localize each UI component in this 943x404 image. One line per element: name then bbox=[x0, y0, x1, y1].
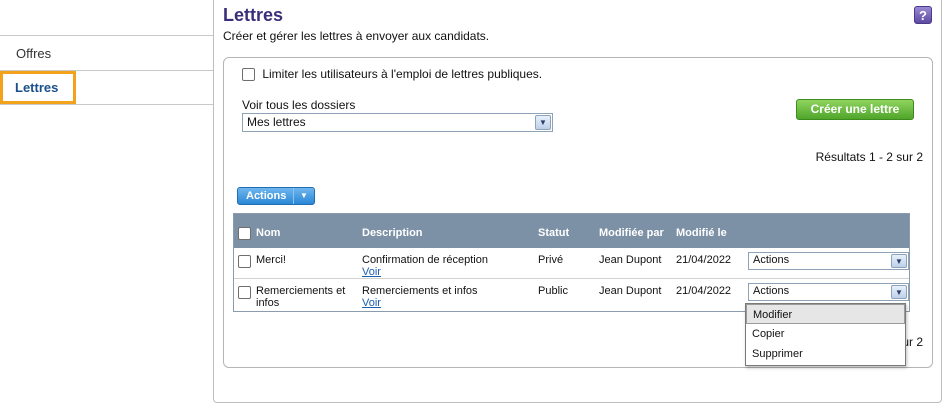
sidebar-item-lettres[interactable]: Lettres bbox=[0, 70, 213, 105]
row-checkbox[interactable] bbox=[238, 286, 251, 299]
letters-table: Nom Description Statut Modifiée par Modi… bbox=[233, 213, 910, 312]
help-icon[interactable]: ? bbox=[914, 6, 932, 24]
menu-item-copier[interactable]: Copier bbox=[746, 324, 905, 344]
results-count: Résultats 1 - 2 sur 2 bbox=[815, 150, 923, 164]
chevron-down-icon[interactable]: ▼ bbox=[535, 115, 551, 130]
row-modified-by: Jean Dupont bbox=[599, 285, 662, 297]
sidebar-item-label: Lettres bbox=[15, 80, 59, 95]
bulk-actions-button[interactable]: Actions ▼ bbox=[237, 187, 315, 205]
row-name: Remerciements et infos bbox=[256, 285, 345, 309]
create-letter-button[interactable]: Créer une lettre bbox=[796, 99, 914, 120]
page-title: Lettres bbox=[223, 5, 284, 25]
row-status: Public bbox=[538, 285, 568, 297]
row-actions-select[interactable]: Actions ▼ bbox=[748, 283, 909, 301]
row-name-line2: infos bbox=[256, 297, 280, 309]
folder-select[interactable]: Mes lettres ▼ bbox=[242, 113, 553, 132]
row-description-text: Remerciements et infos bbox=[362, 285, 478, 297]
chevron-down-icon[interactable]: ▼ bbox=[891, 285, 907, 299]
column-header-statut[interactable]: Statut bbox=[538, 227, 569, 239]
limit-public-label: Limiter les utilisateurs à l'emploi de l… bbox=[262, 67, 543, 81]
row-actions-value: Actions bbox=[753, 285, 790, 297]
limit-public-checkbox[interactable] bbox=[242, 68, 255, 82]
sidebar-item-offres[interactable]: Offres bbox=[0, 35, 213, 70]
column-header-nom[interactable]: Nom bbox=[256, 227, 280, 239]
page-subtitle: Créer et gérer les lettres à envoyer aux… bbox=[223, 29, 490, 43]
row-description-text: Confirmation de réception bbox=[362, 254, 488, 266]
row-modified-by: Jean Dupont bbox=[599, 254, 662, 266]
folder-select-value: Mes lettres bbox=[247, 115, 306, 129]
row-actions-dropdown: Modifier Copier Supprimer bbox=[745, 303, 906, 366]
select-all-checkbox[interactable] bbox=[238, 227, 251, 240]
sidebar-item-selected[interactable]: Lettres bbox=[0, 71, 76, 104]
chevron-down-icon[interactable]: ▼ bbox=[891, 254, 907, 268]
view-link[interactable]: Voir bbox=[362, 266, 381, 278]
menu-item-modifier[interactable]: Modifier bbox=[746, 304, 905, 324]
row-actions-select[interactable]: Actions ▼ bbox=[748, 252, 909, 270]
bulk-actions-label: Actions bbox=[246, 190, 287, 202]
row-name-line1: Remerciements et bbox=[256, 285, 346, 297]
table-header: Nom Description Statut Modifiée par Modi… bbox=[234, 214, 909, 248]
chevron-down-icon[interactable]: ▼ bbox=[293, 188, 314, 204]
column-header-modifie-le[interactable]: Modifié le bbox=[676, 227, 727, 239]
table-row: Merci! Confirmation de réception Voir Pr… bbox=[234, 248, 909, 279]
row-checkbox[interactable] bbox=[238, 255, 251, 268]
row-status: Privé bbox=[538, 254, 564, 266]
view-link[interactable]: Voir bbox=[362, 297, 381, 309]
row-actions-value: Actions bbox=[753, 254, 790, 266]
sidebar-item-label: Offres bbox=[16, 46, 52, 61]
folder-label: Voir tous les dossiers bbox=[242, 98, 356, 112]
column-header-description[interactable]: Description bbox=[362, 227, 423, 239]
row-name: Merci! bbox=[256, 254, 286, 266]
column-header-modifiee-par[interactable]: Modifiée par bbox=[599, 227, 664, 239]
limit-public-row: Limiter les utilisateurs à l'emploi de l… bbox=[242, 67, 543, 82]
row-modified-on: 21/04/2022 bbox=[676, 285, 732, 297]
menu-item-supprimer[interactable]: Supprimer bbox=[746, 344, 905, 364]
row-description: Confirmation de réception Voir bbox=[362, 254, 488, 278]
row-modified-on: 21/04/2022 bbox=[676, 254, 732, 266]
row-description: Remerciements et infos Voir bbox=[362, 285, 478, 309]
